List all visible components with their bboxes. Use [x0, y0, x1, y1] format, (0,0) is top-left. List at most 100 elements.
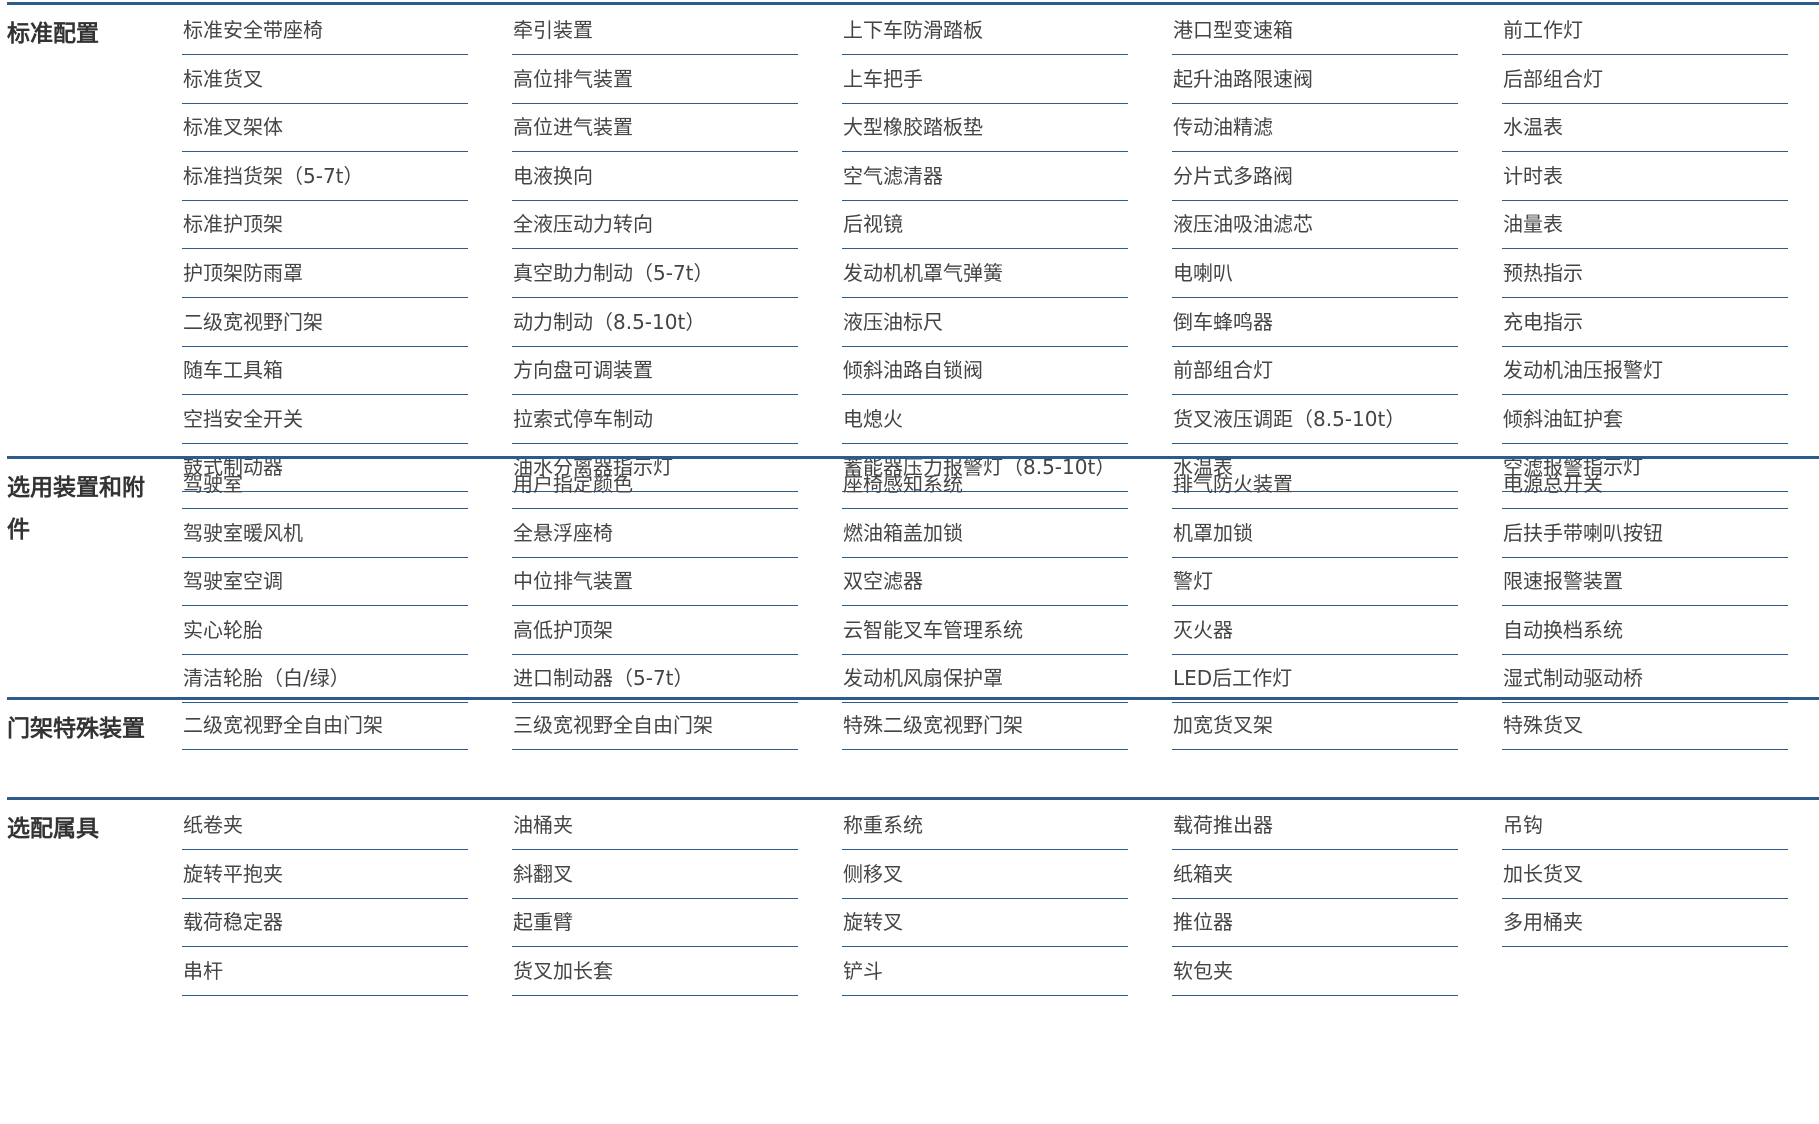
list-item: 铲斗	[842, 946, 1128, 996]
list-item: 侧移叉	[842, 849, 1128, 899]
list-item: 高低护顶架	[512, 605, 798, 655]
list-item: 全液压动力转向	[512, 199, 798, 250]
list-item: 纸卷夹	[182, 800, 468, 850]
list-item: 用户指定颜色	[512, 459, 798, 509]
list-item: 预热指示	[1502, 248, 1788, 298]
list-item: 传动油精滤	[1172, 102, 1458, 153]
list-item: 水温表	[1502, 102, 1788, 153]
list-item: 后视镜	[842, 199, 1128, 250]
list-item: 双空滤器	[842, 556, 1128, 607]
list-item: 座椅感知系统	[842, 459, 1128, 509]
list-item: 倒车蜂鸣器	[1172, 297, 1458, 347]
list-item: 驾驶室暖风机	[182, 508, 468, 558]
list-item: 护顶架防雨罩	[182, 248, 468, 298]
list-item: 电液换向	[512, 151, 798, 201]
list-item: 旋转叉	[842, 897, 1128, 948]
list-item: LED后工作灯	[1172, 653, 1458, 704]
list-item: 高位排气装置	[512, 54, 798, 104]
list-item: 前工作灯	[1502, 5, 1788, 55]
list-item: 充电指示	[1502, 297, 1788, 347]
list-item: 标准货叉	[182, 54, 468, 104]
list-item: 方向盘可调装置	[512, 345, 798, 396]
list-item: 警灯	[1172, 556, 1458, 607]
section-title: 标准配置	[7, 21, 99, 47]
list-item: 倾斜油路自锁阀	[842, 345, 1128, 396]
list-item: 分片式多路阀	[1172, 151, 1458, 201]
list-item: 纸箱夹	[1172, 849, 1458, 899]
list-item: 机罩加锁	[1172, 508, 1458, 558]
list-item: 发动机风扇保护罩	[842, 653, 1128, 704]
list-item: 动力制动（8.5-10t）	[512, 297, 798, 347]
list-item: 后部组合灯	[1502, 54, 1788, 104]
equipment-spec-page: 标准配置 标准安全带座椅 牵引装置 上下车防滑踏板 港口型变速箱 前工作灯标准货叉 高位排气…	[0, 0, 1819, 1124]
list-item: 计时表	[1502, 151, 1788, 201]
list-item: 限速报警装置	[1502, 556, 1788, 607]
list-item: 中位排气装置	[512, 556, 798, 607]
list-item: 驾驶室	[182, 459, 468, 509]
list-item: 软包夹	[1172, 946, 1458, 996]
list-item: 发动机油压报警灯	[1502, 345, 1788, 396]
list-item: 加宽货叉架	[1172, 700, 1458, 750]
list-item: 标准叉架体	[182, 102, 468, 153]
list-item: 实心轮胎	[182, 605, 468, 655]
list-item: 起升油路限速阀	[1172, 54, 1458, 104]
section-attachments: 选配属具 纸卷夹 油桶夹 称重系统 载荷推出器 吊钩旋转平抱夹 斜翻叉 侧移叉 纸箱夹 加长货叉载…	[7, 797, 1819, 997]
list-item: 货叉液压调距（8.5-10t）	[1172, 394, 1458, 444]
list-item: 自动换档系统	[1502, 605, 1788, 655]
section-title: 选用装置和附件	[7, 475, 145, 543]
list-item: 加长货叉	[1502, 849, 1788, 899]
list-item: 液压油吸油滤芯	[1172, 199, 1458, 250]
list-item: 前部组合灯	[1172, 345, 1458, 396]
section-title: 选配属具	[7, 816, 99, 842]
list-item: 二级宽视野门架	[182, 297, 468, 347]
list-item: 真空助力制动（5-7t）	[512, 248, 798, 298]
list-item: 上下车防滑踏板	[842, 5, 1128, 55]
list-item: 电源总开关	[1502, 459, 1788, 509]
section-title: 门架特殊装置	[7, 716, 145, 742]
list-item: 载荷推出器	[1172, 800, 1458, 850]
list-item: 三级宽视野全自由门架	[512, 700, 798, 750]
list-item: 旋转平抱夹	[182, 849, 468, 899]
list-item: 大型橡胶踏板垫	[842, 102, 1128, 153]
list-item: 推位器	[1172, 897, 1458, 948]
list-item: 标准挡货架（5-7t）	[182, 151, 468, 201]
list-item: 斜翻叉	[512, 849, 798, 899]
list-item: 标准安全带座椅	[182, 5, 468, 55]
list-item: 电熄火	[842, 394, 1128, 444]
list-item: 排气防火装置	[1172, 459, 1458, 509]
list-item: 湿式制动驱动桥	[1502, 653, 1788, 704]
list-item: 随车工具箱	[182, 345, 468, 396]
list-item: 发动机机罩气弹簧	[842, 248, 1128, 298]
section-standard-config: 标准配置 标准安全带座椅 牵引装置 上下车防滑踏板 港口型变速箱 前工作灯标准货叉 高位排气…	[7, 2, 1819, 494]
list-item: 吊钩	[1502, 800, 1788, 850]
list-item: 液压油标尺	[842, 297, 1128, 347]
list-item: 电喇叭	[1172, 248, 1458, 298]
list-item: 牵引装置	[512, 5, 798, 55]
list-item: 二级宽视野全自由门架	[182, 700, 468, 750]
list-item: 载荷稳定器	[182, 897, 468, 948]
section-mast-special: 门架特殊装置 二级宽视野全自由门架 三级宽视野全自由门架 特殊二级宽视野门架 加宽货叉架…	[7, 697, 1819, 752]
list-item: 空气滤清器	[842, 151, 1128, 201]
list-item: 称重系统	[842, 800, 1128, 850]
list-item: 串杆	[182, 946, 468, 996]
list-item: 特殊二级宽视野门架	[842, 700, 1128, 750]
list-item: 高位进气装置	[512, 102, 798, 153]
list-item: 港口型变速箱	[1172, 5, 1458, 55]
list-item: 后扶手带喇叭按钮	[1502, 508, 1788, 558]
list-item: 特殊货叉	[1502, 700, 1788, 750]
list-item: 倾斜油缸护套	[1502, 394, 1788, 444]
list-item: 空挡安全开关	[182, 394, 468, 444]
list-item: 多用桶夹	[1502, 897, 1788, 948]
list-item: 上车把手	[842, 54, 1128, 104]
list-item: 全悬浮座椅	[512, 508, 798, 558]
list-item: 标准护顶架	[182, 199, 468, 250]
list-item: 清洁轮胎（白/绿）	[182, 653, 468, 704]
list-item: 灭火器	[1172, 605, 1458, 655]
list-item: 起重臂	[512, 897, 798, 948]
list-item: 燃油箱盖加锁	[842, 508, 1128, 558]
list-item: 拉索式停车制动	[512, 394, 798, 444]
section-optional-devices: 选用装置和附件 驾驶室 用户指定颜色 座椅感知系统 排气防火装置 电源总开关驾驶室暖风机全…	[7, 456, 1819, 705]
list-item: 油桶夹	[512, 800, 798, 850]
list-item: 进口制动器（5-7t）	[512, 653, 798, 704]
list-item: 油量表	[1502, 199, 1788, 250]
